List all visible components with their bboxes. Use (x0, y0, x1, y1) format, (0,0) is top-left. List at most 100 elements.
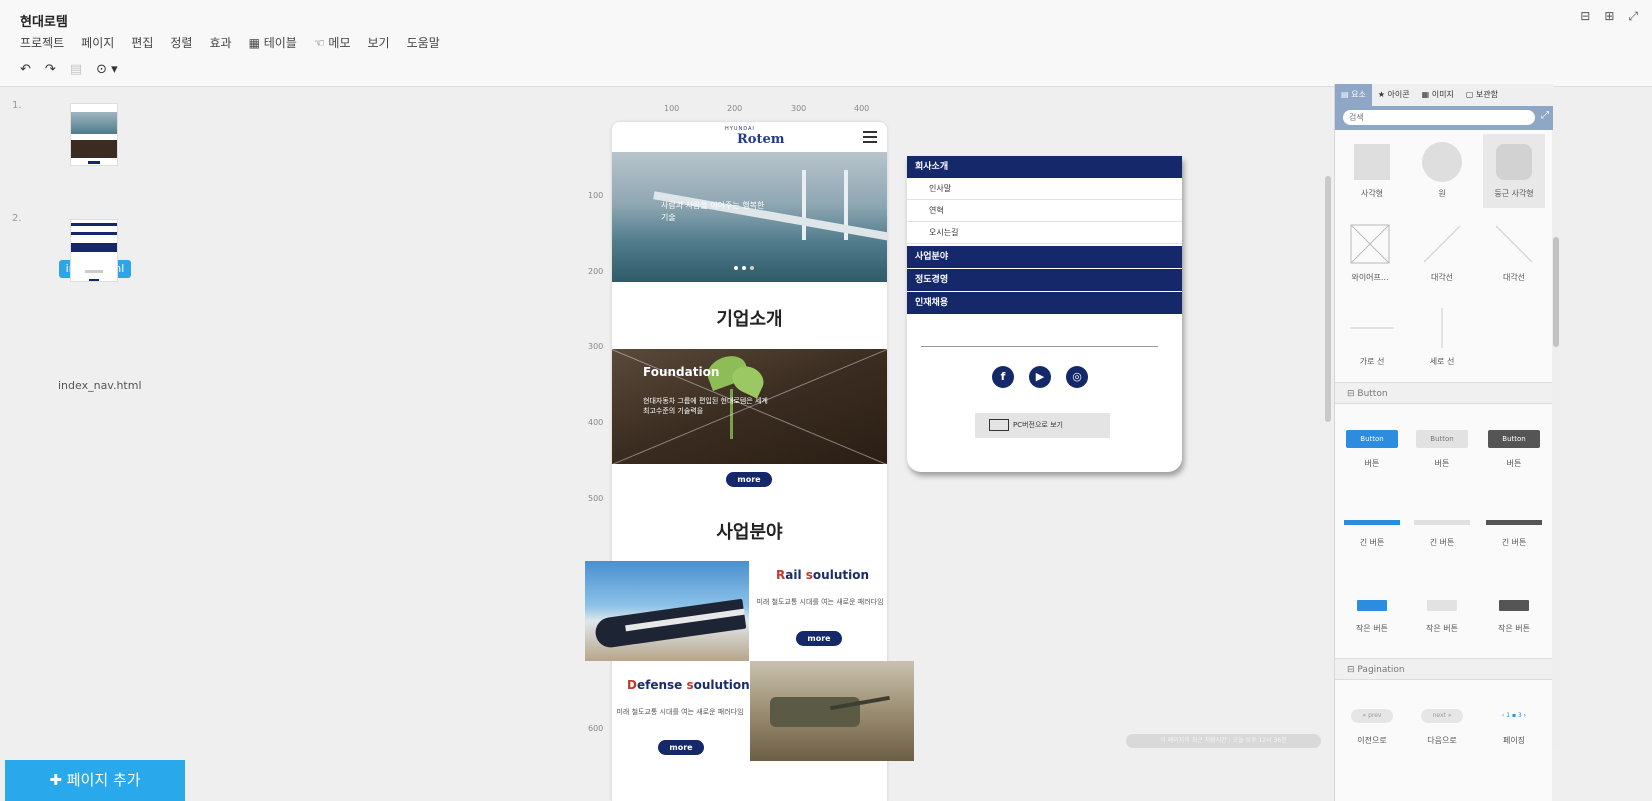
long-button-gray[interactable]: 긴 버튼 (1411, 520, 1473, 548)
search-input[interactable] (1343, 110, 1535, 125)
page-thumbnail-index[interactable] (70, 103, 118, 166)
ruler-tick: 500 (588, 494, 604, 503)
ruler-tick: 200 (727, 104, 743, 113)
nav-subitem-history[interactable]: 연혁 (907, 200, 1182, 222)
rail-image (585, 561, 749, 661)
defense-solution-title: Defense soulution (627, 678, 750, 692)
small-button-dark[interactable]: 작은 버튼 (1483, 600, 1545, 634)
ruler-tick: 600 (588, 724, 604, 733)
nav-subitem-greeting[interactable]: 인사말 (907, 178, 1182, 200)
undo-icon[interactable]: ↶ (20, 62, 31, 77)
menu-memo[interactable]: ☜ 메모 (314, 34, 351, 51)
nav-item-ethics[interactable]: 정도경영 (907, 269, 1182, 291)
shape-circle[interactable]: 원 (1411, 142, 1473, 199)
window-buttons: ⊟ ⊞ ⤢ (1580, 9, 1638, 24)
long-button-blue[interactable]: 긴 버튼 (1341, 520, 1403, 548)
play-icon[interactable]: ⊙ ▾ (96, 62, 118, 77)
button-dark[interactable]: Button 버튼 (1483, 430, 1545, 469)
split-view-icon[interactable]: ⊟ (1580, 9, 1590, 24)
tab-storage[interactable]: ▢ 보관함 (1460, 84, 1504, 106)
pagination-next[interactable]: next » 다음으로 (1411, 709, 1473, 746)
nav-menu-mockup[interactable]: 회사소개 인사말 연혁 오시는길 사업분야 정도경영 인재채용 f ▶ ◎ PC… (907, 156, 1182, 472)
shape-diagonal-up[interactable]: 대각선 (1411, 224, 1473, 283)
monitor-icon (989, 419, 1009, 431)
menu-edit[interactable]: 편집 (131, 34, 153, 51)
menu-table[interactable]: ▦ 테이블 (249, 34, 297, 51)
shape-vertical-line[interactable]: 세로 선 (1411, 308, 1473, 367)
shape-rounded-rectangle[interactable]: 둥근 사각형 (1483, 134, 1545, 208)
ruler-tick: 100 (588, 191, 604, 200)
grid-view-icon[interactable]: ⊞ (1604, 9, 1614, 24)
menu-effect[interactable]: 효과 (209, 34, 231, 51)
add-page-button[interactable]: ✚ 페이지 추가 (5, 760, 185, 801)
menu-bar: 프로젝트 페이지 편집 정렬 효과 ▦ 테이블 ☜ 메모 보기 도움말 (20, 34, 457, 51)
save-icon[interactable]: ▤ (70, 62, 82, 77)
ruler-tick: 400 (588, 418, 604, 427)
foundation-title: Foundation (643, 365, 720, 379)
toolbar: ↶ ↷ ▤ ⊙ ▾ (20, 62, 118, 77)
nav-subitem-location[interactable]: 오시는길 (907, 222, 1182, 244)
shape-diagonal-down[interactable]: 대각선 (1483, 224, 1545, 283)
nav-item-recruit[interactable]: 인재채용 (907, 292, 1182, 314)
tab-icons[interactable]: ★ 아이콘 (1372, 84, 1416, 106)
redo-icon[interactable]: ↷ (45, 62, 56, 77)
add-page-label: 페이지 추가 (66, 771, 141, 789)
mock-header: HYUNDAI Rotem (612, 122, 887, 152)
top-bar: 현대로템 프로젝트 페이지 편집 정렬 효과 ▦ 테이블 ☜ 메모 보기 도움말… (0, 0, 1652, 87)
panel-scrollbar[interactable] (1553, 237, 1559, 347)
rail-solution-title: Rail soulution (776, 568, 870, 582)
menu-project[interactable]: 프로젝트 (20, 34, 64, 51)
rail-solution-text: 미래 철도교통 시대를 여는 새로운 패러다임 (756, 598, 884, 606)
search-bar: ⤢ (1335, 106, 1553, 130)
menu-view[interactable]: 보기 (368, 34, 390, 51)
section-title-company: 기업소개 (716, 309, 783, 330)
foundation-image: Foundation 현대자동차 그룹에 편입된 현대로템은 세계 최고수준의 … (612, 349, 887, 464)
nav-item-company[interactable]: 회사소개 (907, 156, 1182, 178)
logo: Rotem (737, 132, 785, 147)
shape-rectangle[interactable]: 사각형 (1341, 144, 1403, 199)
pagination-pages[interactable]: ‹ 1 ▪ 3 › 페이징 (1483, 709, 1545, 746)
pc-version-button[interactable]: PC버전으로 보기 (975, 413, 1110, 438)
instagram-icon[interactable]: ◎ (1066, 366, 1088, 388)
canvas-scrollbar[interactable] (1325, 176, 1331, 422)
button-gray[interactable]: Button 버튼 (1411, 430, 1473, 469)
more-button[interactable]: more (658, 740, 704, 755)
fullscreen-icon[interactable]: ⤢ (1628, 9, 1638, 24)
hamburger-menu-icon[interactable] (863, 131, 877, 143)
ruler-tick: 400 (854, 104, 870, 113)
save-status-toast: 이 페이지의 최근 저장시간 : 오늘 오후 12시 36분 (1126, 734, 1321, 748)
shape-horizontal-line[interactable]: 가로 선 (1341, 308, 1403, 367)
menu-align[interactable]: 정렬 (170, 34, 192, 51)
page-number: 1. (12, 100, 22, 111)
defense-solution-text: 미래 철도교통 시대를 여는 새로운 패러다임 (616, 708, 744, 716)
facebook-icon[interactable]: f (992, 366, 1014, 388)
small-button-blue[interactable]: 작은 버튼 (1341, 600, 1403, 634)
expand-icon[interactable]: ⤢ (1541, 110, 1549, 121)
divider (921, 346, 1158, 347)
ruler-tick: 300 (588, 342, 604, 351)
more-button[interactable]: more (796, 631, 842, 646)
foundation-text: 현대자동차 그룹에 편입된 현대로템은 세계 최고수준의 기술력을 (643, 397, 768, 415)
shape-wireframe[interactable]: 와이어프... (1339, 224, 1401, 283)
hero-text: 사람과 사람을 이어주는 행복한 기술 (661, 201, 765, 222)
panel-tabs: ▤ 요소 ★ 아이콘 ▦ 이미지 ▢ 보관함 (1335, 84, 1553, 106)
section-title-business: 사업분야 (716, 522, 783, 543)
tab-elements[interactable]: ▤ 요소 (1335, 84, 1372, 106)
section-pagination-header[interactable]: ⊟ Pagination (1335, 658, 1553, 680)
long-button-dark[interactable]: 긴 버튼 (1483, 520, 1545, 548)
page-label-index-nav[interactable]: index_nav.html (58, 379, 142, 392)
menu-help[interactable]: 도움말 (407, 34, 440, 51)
button-blue[interactable]: Button 버튼 (1341, 430, 1403, 469)
nav-item-business[interactable]: 사업분야 (907, 246, 1182, 268)
more-button[interactable]: more (726, 472, 772, 487)
small-button-gray[interactable]: 작은 버튼 (1411, 600, 1473, 634)
section-button-header[interactable]: ⊟ Button (1335, 382, 1553, 404)
slider-dots[interactable] (734, 266, 754, 270)
elements-panel: ▤ 요소 ★ 아이콘 ▦ 이미지 ▢ 보관함 ⤢ 사각형 원 둥근 사각형 와이… (1334, 84, 1553, 801)
menu-page[interactable]: 페이지 (81, 34, 114, 51)
tab-images[interactable]: ▦ 이미지 (1416, 84, 1460, 106)
youtube-icon[interactable]: ▶ (1029, 366, 1051, 388)
page-thumbnail-index-nav[interactable] (70, 219, 118, 282)
ruler-tick: 200 (588, 267, 604, 276)
pagination-prev[interactable]: « prev 이전으로 (1341, 709, 1403, 746)
